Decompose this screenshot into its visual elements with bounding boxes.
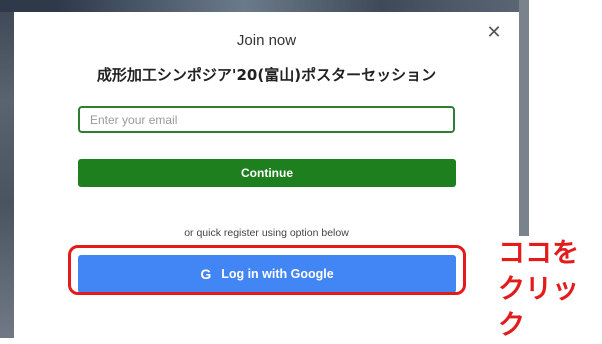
background-page-top-left — [0, 0, 60, 12]
annotation-text: ココを クリック — [498, 236, 602, 344]
annotation-line-2: クリック — [498, 274, 579, 341]
email-field[interactable] — [78, 106, 455, 133]
background-page-left — [0, 0, 14, 338]
background-page-top — [60, 0, 520, 12]
join-modal: Join now ✕ 成形加工シンポジア'20(富山)ポスターセッション Con… — [14, 12, 519, 338]
google-login-label: Log in with Google — [221, 267, 334, 281]
annotation-line-1: ココを — [498, 238, 579, 269]
google-icon: G — [200, 266, 212, 282]
quick-register-text: or quick register using option below — [184, 227, 349, 239]
modal-title: Join now — [236, 32, 297, 49]
google-login-button[interactable]: G Log in with Google — [78, 255, 456, 293]
continue-button[interactable]: Continue — [78, 159, 456, 187]
close-icon[interactable]: ✕ — [484, 22, 504, 42]
event-name: 成形加工シンポジア'20(富山)ポスターセッション — [96, 66, 437, 84]
